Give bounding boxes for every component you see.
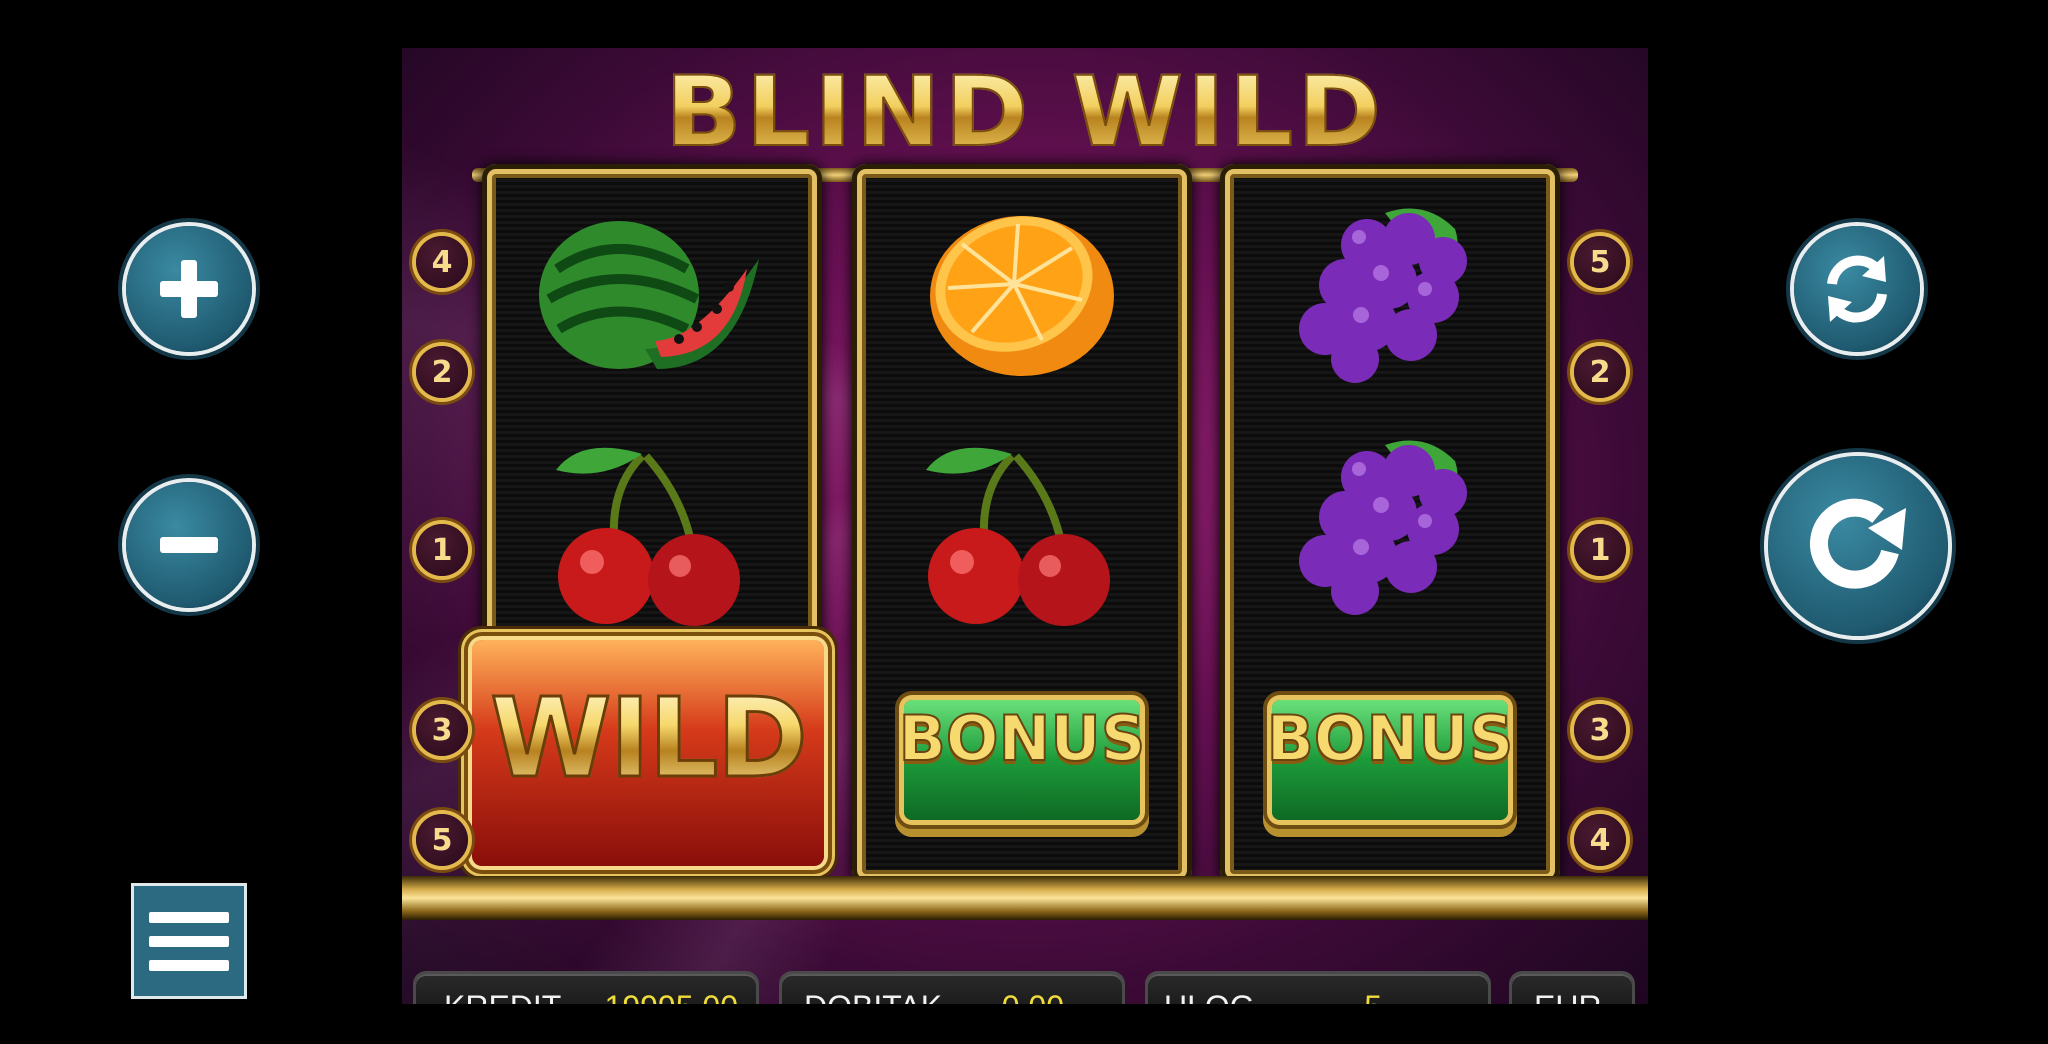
decrease-bet-button[interactable] (126, 482, 252, 608)
orange-symbol (852, 184, 1192, 404)
bet-panel: ULOG 5 (1148, 974, 1488, 1004)
grapes-symbol (1220, 416, 1560, 636)
credit-panel: KREDIT 19995.00 (416, 974, 756, 1004)
grapes-icon (1299, 208, 1467, 383)
win-value: 0.00 (1002, 989, 1064, 1005)
payline-marker-left: 1 (416, 524, 468, 576)
bet-label: ULOG (1164, 989, 1255, 1005)
bonus-symbol: BONUS (852, 650, 1192, 860)
bonus-symbol-label: BONUS (898, 701, 1147, 776)
credit-value: 19995.00 (605, 989, 738, 1005)
wild-symbol-label: WILD (472, 673, 824, 804)
payline-marker-right: 1 (1574, 524, 1626, 576)
orange-icon (930, 216, 1114, 376)
watermelon-icon (539, 221, 759, 369)
currency-label: EUR (1534, 989, 1602, 1005)
game-title: BLIND WILD (402, 55, 1648, 169)
win-panel: DOBITAK 0.00 (782, 974, 1122, 1004)
credit-label: KREDIT (444, 989, 561, 1005)
watermelon-symbol (482, 184, 822, 404)
win-label: DOBITAK (804, 989, 942, 1005)
bonus-symbol-label: BONUS (1266, 701, 1515, 776)
autoplay-button[interactable] (1794, 226, 1920, 352)
reel-3: BONUS (1220, 164, 1560, 884)
spin-button[interactable] (1768, 456, 1948, 636)
slot-game-area: BLIND WILD WILD BONUS BONUS 4 2 1 3 5 5 … (402, 48, 1648, 1004)
minus-icon (160, 537, 218, 553)
reel-frame-bottom (402, 876, 1648, 920)
payline-marker-right: 2 (1574, 346, 1626, 398)
bonus-symbol: BONUS (1220, 650, 1560, 860)
grapes-icon (1299, 440, 1467, 615)
bet-value: 5 (1364, 989, 1382, 1005)
payline-marker-right: 4 (1574, 814, 1626, 866)
payline-marker-left: 3 (416, 704, 468, 756)
cherries-icon (926, 447, 1110, 626)
hamburger-menu-icon (149, 935, 229, 947)
payline-marker-right: 5 (1574, 236, 1626, 288)
currency-panel[interactable]: EUR (1512, 974, 1632, 1004)
autoplay-icon (1827, 255, 1887, 323)
wild-symbol: WILD (472, 640, 824, 866)
plus-icon (160, 260, 218, 318)
payline-marker-left: 4 (416, 236, 468, 288)
grapes-symbol (1220, 184, 1560, 404)
increase-bet-button[interactable] (126, 226, 252, 352)
hamburger-menu-icon (149, 959, 229, 971)
payline-marker-left: 5 (416, 814, 468, 866)
cherries-symbol (482, 416, 822, 636)
payline-marker-left: 2 (416, 346, 468, 398)
spin-icon (1810, 498, 1906, 589)
cherries-icon (556, 447, 740, 626)
hamburger-menu-icon (149, 911, 229, 923)
cherries-symbol (852, 416, 1192, 636)
menu-button[interactable] (134, 886, 244, 996)
payline-marker-right: 3 (1574, 704, 1626, 756)
reel-2: BONUS (852, 164, 1192, 884)
